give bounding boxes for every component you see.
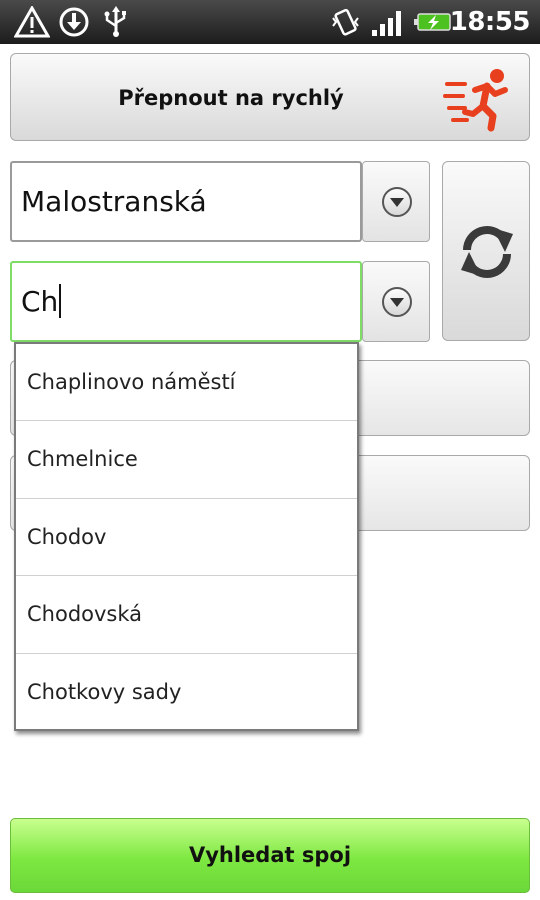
- chevron-down-icon: [382, 187, 412, 217]
- to-stop-dropdown-button[interactable]: [362, 261, 430, 342]
- suggestion-item[interactable]: Chodovská: [16, 576, 357, 654]
- suggestion-item[interactable]: Chotkovy sady: [16, 654, 357, 731]
- suggestion-item[interactable]: Chodov: [16, 499, 357, 577]
- running-man-icon: [443, 69, 508, 132]
- download-icon: [59, 7, 89, 37]
- battery-charging-icon: [414, 13, 451, 31]
- search-connection-button[interactable]: Vyhledat spoj: [10, 818, 530, 893]
- text-caret: [59, 284, 62, 318]
- to-stop-value: Ch: [21, 285, 59, 318]
- chevron-down-icon: [382, 287, 412, 317]
- search-connection-label: Vyhledat spoj: [188, 843, 352, 867]
- to-stop-input[interactable]: Ch: [10, 261, 362, 342]
- swap-stops-button[interactable]: [442, 161, 530, 341]
- clock: 18:55: [449, 7, 531, 37]
- vibrate-icon: [332, 8, 359, 36]
- suggestion-item[interactable]: Chaplinovo náměstí: [16, 344, 357, 422]
- switch-to-fast-button[interactable]: Přepnout na rychlý: [10, 53, 530, 141]
- status-bar: 18:55: [0, 0, 540, 44]
- signal-icon: [372, 11, 401, 36]
- from-stop-input[interactable]: Malostranská: [10, 161, 362, 242]
- swap-arrows-icon: [461, 226, 513, 278]
- suggestion-item[interactable]: Chmelnice: [16, 421, 357, 499]
- switch-to-fast-label: Přepnout na rychlý: [118, 86, 344, 110]
- from-stop-dropdown-button[interactable]: [362, 161, 430, 242]
- from-stop-value: Malostranská: [21, 185, 207, 218]
- stop-suggestions-list: Chaplinovo náměstí Chmelnice Chodov Chod…: [14, 342, 359, 731]
- alert-triangle-icon: [14, 6, 50, 38]
- usb-icon: [104, 6, 126, 37]
